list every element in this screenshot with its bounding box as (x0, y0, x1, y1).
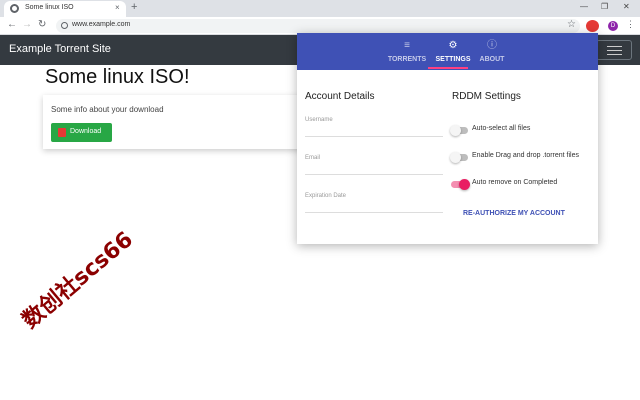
toggle-label: Enable Drag and drop .torrent files (472, 152, 580, 159)
tab-favicon-icon (10, 4, 19, 13)
popup-header: ≡ TORRENTS ⚙ SETTINGS ⓘ ABOUT (297, 33, 598, 70)
bookmark-star-icon[interactable]: ☆ (567, 19, 576, 30)
toggle-label: Auto-select all files (472, 125, 531, 132)
site-info-icon[interactable] (61, 22, 68, 29)
tab-label: TORRENTS (387, 56, 427, 63)
new-tab-button[interactable]: + (131, 1, 137, 13)
reauthorize-button[interactable]: RE-AUTHORIZE MY ACCOUNT (463, 210, 565, 217)
auto-select-toggle[interactable] (450, 125, 468, 136)
reload-icon[interactable]: ↻ (38, 19, 46, 30)
watermark: 数创社scs66 (17, 227, 139, 334)
site-brand[interactable]: Example Torrent Site (9, 43, 111, 55)
restore-icon[interactable]: ❐ (601, 2, 608, 11)
page-title: Some linux ISO! (45, 66, 190, 88)
browser-tabstrip: Some linux ISO × + — ❐ ✕ (0, 0, 640, 17)
list-icon: ≡ (404, 40, 410, 51)
download-button[interactable]: Download (51, 123, 112, 142)
email-field[interactable]: Email (305, 155, 443, 175)
drag-drop-toggle[interactable] (450, 152, 468, 163)
hamburger-menu-button[interactable] (596, 40, 632, 60)
download-card: Some info about your download Download (43, 95, 303, 149)
expiration-date-field[interactable]: Expiration Date (305, 193, 443, 213)
username-field[interactable]: Username (305, 117, 443, 137)
magnet-icon (58, 128, 66, 137)
tab-close-icon[interactable]: × (115, 3, 120, 12)
field-label: Email (305, 155, 321, 161)
avatar[interactable]: D (608, 21, 618, 31)
minimize-icon[interactable]: — (580, 2, 588, 11)
tab-about[interactable]: ⓘ ABOUT (467, 39, 517, 63)
toggle-label: Auto remove on Completed (472, 179, 558, 186)
extension-popup: ≡ TORRENTS ⚙ SETTINGS ⓘ ABOUT Account De… (297, 33, 598, 244)
active-tab-indicator (428, 67, 468, 69)
field-label: Username (305, 117, 333, 123)
download-label: Download (70, 128, 102, 135)
info-icon: ⓘ (487, 40, 497, 51)
extension-icon[interactable] (586, 20, 599, 32)
browser-menu-icon[interactable]: ⋮ (626, 19, 635, 30)
tab-label: ABOUT (479, 56, 505, 63)
tab-title: Some linux ISO (25, 4, 74, 11)
address-bar[interactable]: www.example.com ☆ (56, 19, 580, 33)
browser-tab[interactable]: Some linux ISO × (4, 1, 126, 17)
rddm-settings-title: RDDM Settings (452, 91, 521, 102)
url-text[interactable]: www.example.com (72, 21, 130, 28)
tab-torrents[interactable]: ≡ TORRENTS (382, 39, 432, 63)
field-label: Expiration Date (305, 193, 347, 199)
card-text: Some info about your download (51, 105, 164, 114)
back-icon[interactable]: ← (7, 19, 17, 30)
window-close-icon[interactable]: ✕ (623, 2, 630, 11)
forward-icon[interactable]: → (22, 19, 32, 30)
account-details-title: Account Details (305, 91, 375, 102)
auto-remove-toggle[interactable] (451, 179, 470, 190)
